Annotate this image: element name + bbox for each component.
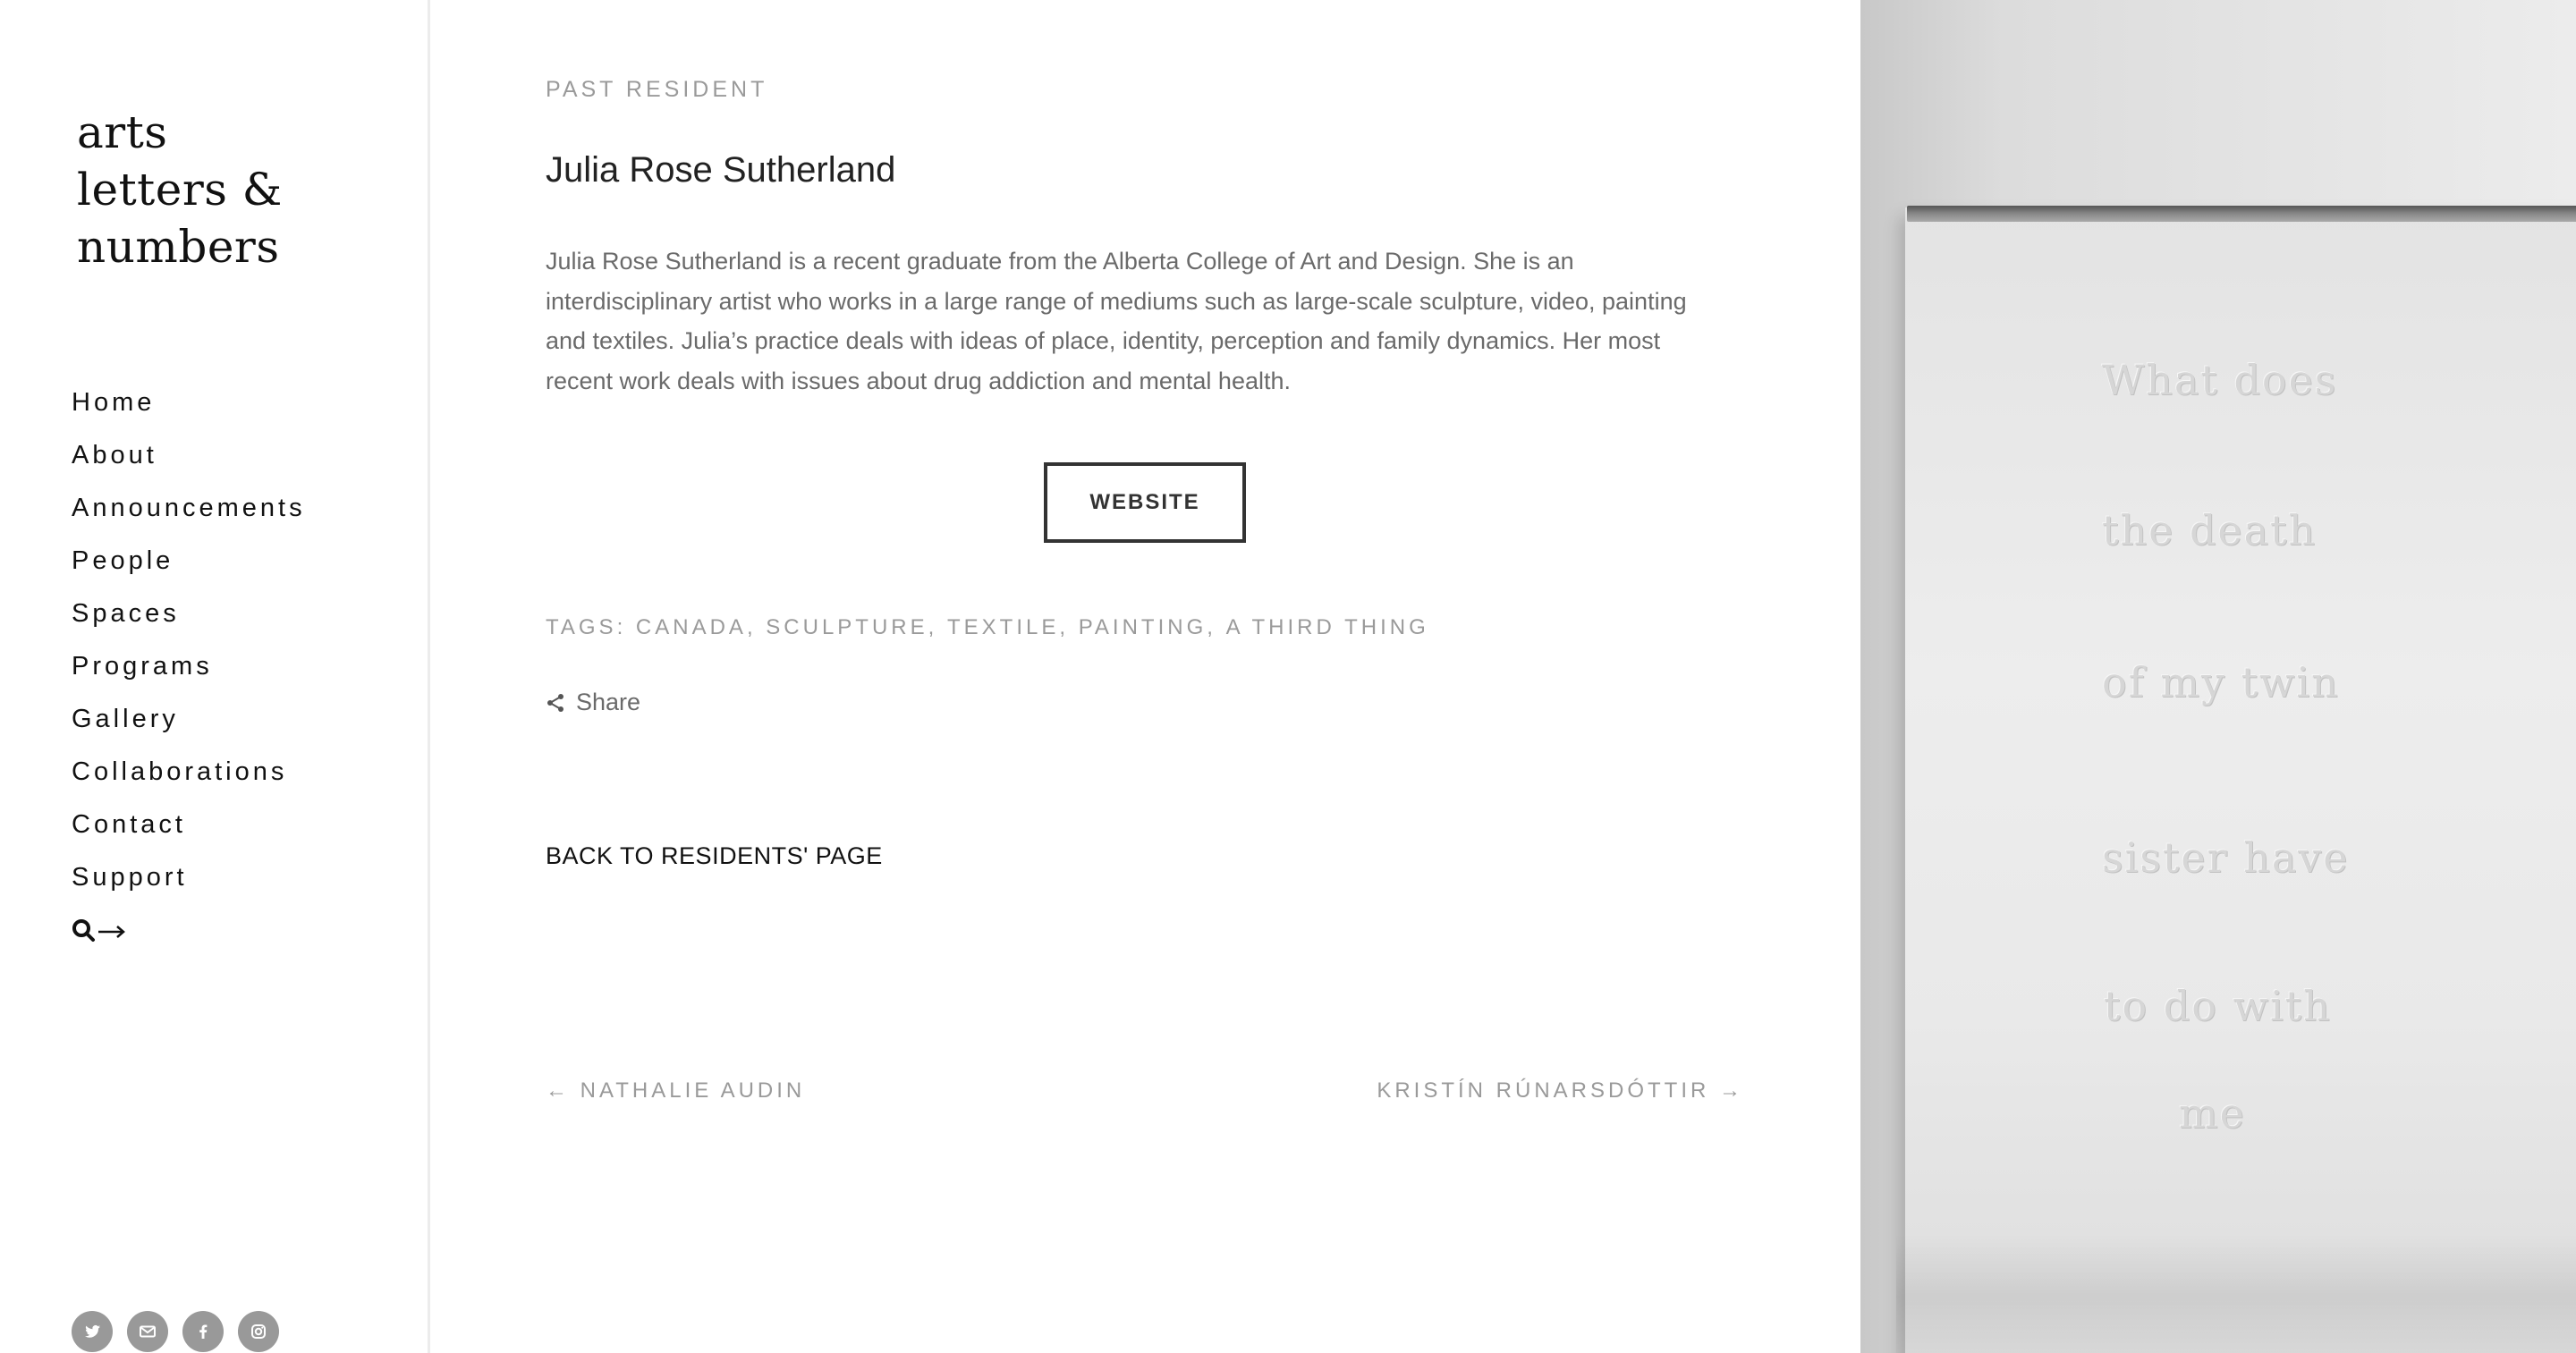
artwork-text-line: to do with [2104, 982, 2332, 1030]
previous-resident-link[interactable]: ← NATHALIE AUDIN [546, 1078, 805, 1104]
nav-item-contact[interactable]: Contact [72, 807, 306, 859]
nav-item-collaborations[interactable]: Collaborations [72, 754, 306, 807]
artwork-text-line: sister have [2102, 833, 2350, 882]
resident-bio: Julia Rose Sutherland is a recent gradua… [546, 248, 1687, 394]
artwork-hanging-rod [1907, 206, 2576, 222]
artwork-text-line: What does [2102, 356, 2338, 404]
logo-line-2: letters & [77, 164, 283, 216]
search-arrow-icon [72, 919, 125, 942]
artwork-text-line: me [2179, 1089, 2246, 1137]
next-resident-link[interactable]: KRISTÍN RÚNARSDÓTTIR → [1377, 1078, 1744, 1104]
instagram-link[interactable] [238, 1311, 279, 1352]
nav-item-programs[interactable]: Programs [72, 648, 306, 701]
social-links [72, 1311, 279, 1352]
email-link[interactable] [127, 1311, 168, 1352]
nav-item-home[interactable]: Home [72, 385, 306, 437]
search-link[interactable] [72, 916, 127, 946]
artwork-text-line: of my twin [2102, 658, 2340, 706]
section-eyebrow: PAST RESIDENT [546, 77, 768, 102]
email-icon [140, 1325, 156, 1338]
back-to-residents-link[interactable]: BACK TO RESIDENTS' PAGE [546, 842, 883, 870]
artwork-text-line: the death [2102, 506, 2318, 554]
nav-item-about[interactable]: About [72, 437, 306, 490]
share-button[interactable]: Share [546, 689, 640, 716]
nav-item-announcements[interactable]: Announcements [72, 490, 306, 543]
site-logo[interactable]: arts letters & numbers [77, 104, 309, 275]
sidebar: arts letters & numbers Home About Announ… [0, 0, 430, 1353]
tag-a-third-thing[interactable]: A THIRD THING [1226, 615, 1429, 640]
tag-textile[interactable]: TEXTILE [947, 615, 1059, 640]
facebook-link[interactable] [182, 1311, 224, 1352]
logo-line-1: arts [77, 106, 168, 158]
page-title: Julia Rose Sutherland [546, 150, 896, 190]
tags-list: TAGS: CANADA, SCULPTURE, TEXTILE, PAINTI… [546, 615, 1429, 640]
tags-prefix: TAGS: [546, 615, 627, 639]
tag-sculpture[interactable]: SCULPTURE [766, 615, 928, 640]
website-button[interactable]: WEBSITE [1044, 462, 1246, 543]
facebook-icon [199, 1324, 208, 1339]
logo-line-3: numbers [77, 221, 280, 273]
share-icon [547, 693, 564, 712]
tag-painting[interactable]: PAINTING [1079, 615, 1208, 640]
artwork-image: What does the death of my twin sister ha… [1860, 0, 2576, 1353]
twitter-link[interactable] [72, 1311, 113, 1352]
resident-profile: PAST RESIDENT Julia Rose Sutherland Juli… [546, 0, 1744, 1353]
nav-item-support[interactable]: Support [72, 859, 306, 912]
instagram-icon [251, 1324, 266, 1339]
nav-item-gallery[interactable]: Gallery [72, 701, 306, 754]
nav-item-spaces[interactable]: Spaces [72, 596, 306, 648]
twitter-icon [85, 1325, 100, 1338]
tag-canada[interactable]: CANADA [636, 615, 747, 640]
share-label: Share [576, 689, 641, 715]
main-nav: Home About Announcements People Spaces P… [72, 385, 306, 912]
artwork-shadow [1896, 1234, 2576, 1353]
nav-item-people[interactable]: People [72, 543, 306, 596]
